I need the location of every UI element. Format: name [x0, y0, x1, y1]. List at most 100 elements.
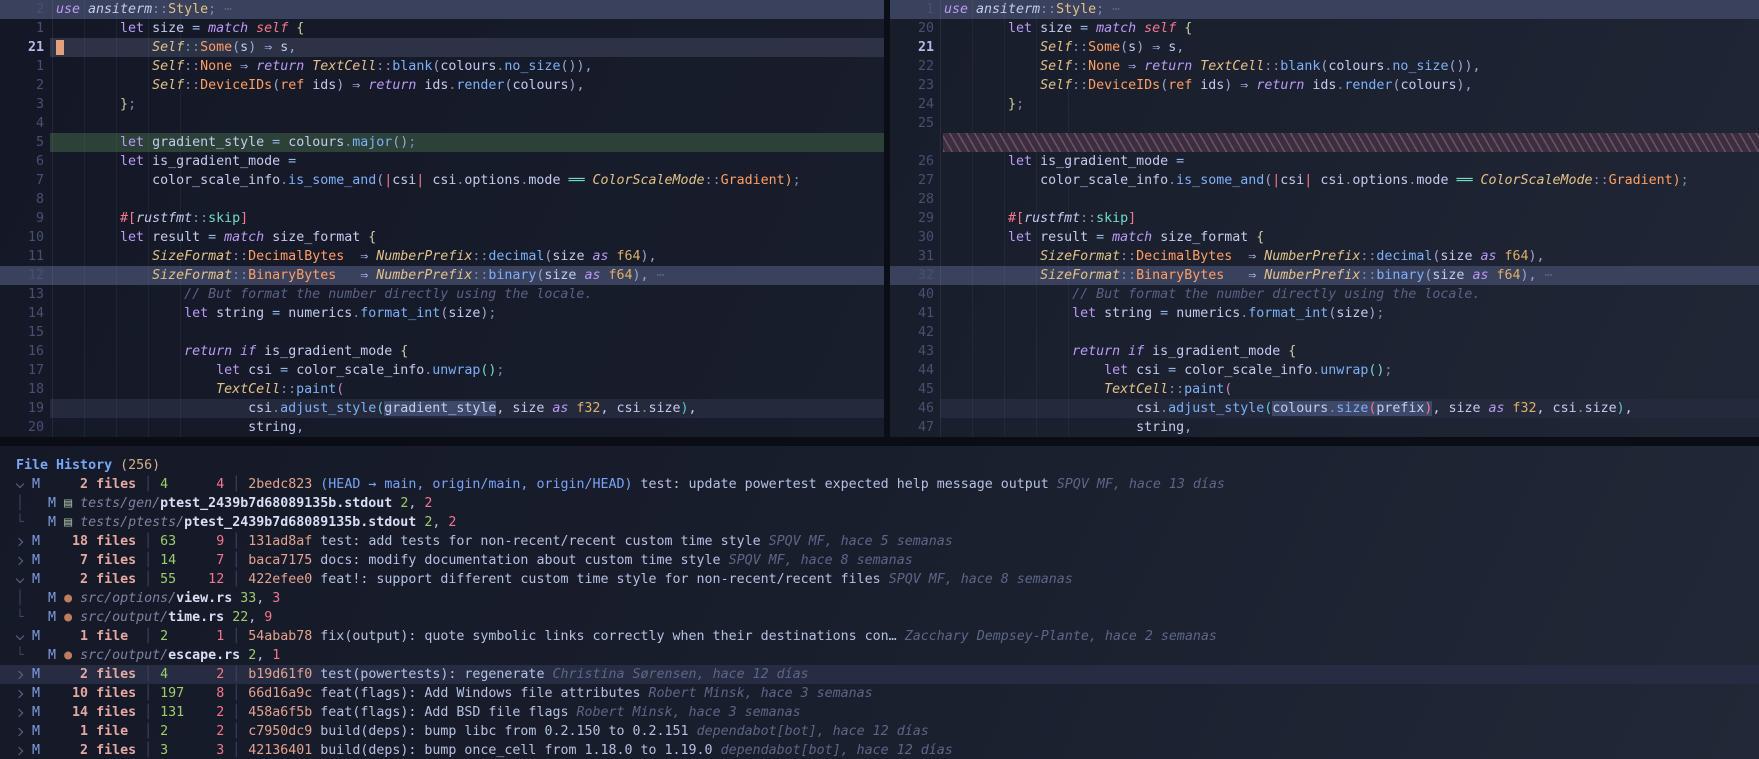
line-number: 1 — [0, 19, 44, 38]
code-line[interactable]: 9 #[rustfmt::skip] — [0, 209, 884, 228]
line-number: 23 — [890, 76, 934, 95]
code-line[interactable]: 30 let result = match size_format { — [890, 228, 1759, 247]
code-text: let is_gradient_mode = — [56, 152, 296, 171]
code-line[interactable]: 24 }; — [890, 95, 1759, 114]
code-line[interactable]: 16 return if is_gradient_mode { — [0, 342, 884, 361]
chevron-right-icon[interactable] — [16, 703, 24, 722]
code-line[interactable]: 21 Self::Some(s) ⇒ s, — [0, 38, 884, 57]
line-number: 4 — [0, 114, 44, 133]
code-text: Self::Some(s) ⇒ s, — [56, 38, 296, 57]
code-line[interactable]: 43 return if is_gradient_mode { — [890, 342, 1759, 361]
code-line[interactable]: 42 — [890, 323, 1759, 342]
code-line[interactable]: 40 // But format the number directly usi… — [890, 285, 1759, 304]
changed-file-row[interactable]: │ M ● src/options/view.rs 33, 3 — [0, 589, 1759, 608]
chevron-down-icon[interactable] — [16, 570, 24, 589]
left-pane[interactable]: 2use ansiterm::Style; ⋯1 let size = matc… — [0, 0, 884, 437]
code-line[interactable]: 19 csi.adjust_style(gradient_style, size… — [0, 399, 884, 418]
code-line[interactable]: 47 string, — [890, 418, 1759, 437]
code-line[interactable]: 12 SizeFormat::BinaryBytes ⇒ NumberPrefi… — [0, 266, 884, 285]
line-number: 19 — [0, 399, 44, 418]
chevron-down-icon[interactable] — [16, 627, 24, 646]
line-number: 25 — [890, 114, 934, 133]
code-line[interactable]: 22 Self::None ⇒ return TextCell::blank(c… — [890, 57, 1759, 76]
chevron-down-icon[interactable] — [16, 475, 24, 494]
line-number: 44 — [890, 361, 934, 380]
code-line[interactable]: 8 — [0, 190, 884, 209]
line-number: 45 — [890, 380, 934, 399]
code-line[interactable]: 45 TextCell::paint( — [890, 380, 1759, 399]
code-line[interactable]: 6 let is_gradient_mode = — [0, 152, 884, 171]
commit-row[interactable]: M 2 files │ 4 2 │ b19d61f0 test(powertes… — [0, 665, 1759, 684]
commit-row[interactable]: M 10 files │ 197 8 │ 66d16a9c feat(flags… — [0, 684, 1759, 703]
line-number: 22 — [890, 57, 934, 76]
code-text: }; — [56, 95, 136, 114]
line-number: 16 — [0, 342, 44, 361]
code-line[interactable]: 29 #[rustfmt::skip] — [890, 209, 1759, 228]
code-line[interactable]: 17 let csi = color_scale_info.unwrap(); — [0, 361, 884, 380]
changed-file-row[interactable]: └ M ● src/output/escape.rs 2, 1 — [0, 646, 1759, 665]
code-line[interactable]: 32 SizeFormat::BinaryBytes ⇒ NumberPrefi… — [890, 266, 1759, 285]
code-line[interactable]: 28 — [890, 190, 1759, 209]
code-line[interactable]: 41 let string = numerics.format_int(size… — [890, 304, 1759, 323]
code-line[interactable]: 4 — [0, 114, 884, 133]
file-icon: ▤ — [64, 496, 80, 511]
commit-row[interactable]: M 1 file │ 2 1 │ 54abab78 fix(output): q… — [0, 627, 1759, 646]
code-line[interactable]: 26 let is_gradient_mode = — [890, 152, 1759, 171]
chevron-right-icon[interactable] — [16, 551, 24, 570]
code-line[interactable]: 23 Self::DeviceIDs(ref ids) ⇒ return ids… — [890, 76, 1759, 95]
code-line[interactable]: 21 Self::Some(s) ⇒ s, — [890, 38, 1759, 57]
line-number: 42 — [890, 323, 934, 342]
code-line[interactable]: 10 let result = match size_format { — [0, 228, 884, 247]
code-line[interactable]: 20 string, — [0, 418, 884, 437]
chevron-right-icon[interactable] — [16, 741, 24, 759]
code-line[interactable]: 3 }; — [0, 95, 884, 114]
commit-row[interactable]: M 2 files │ 4 4 │ 2bedc823 (HEAD → main,… — [0, 475, 1759, 494]
panel-title: File History — [16, 458, 112, 473]
file-history-panel: File History (256) M 2 files │ 4 4 │ 2be… — [0, 446, 1759, 759]
deleted-filler-line[interactable] — [890, 133, 1759, 152]
changed-file-row[interactable]: │ M ▤ tests/gen/ptest_2439b7d68089135b.s… — [0, 494, 1759, 513]
code-line[interactable]: 5 let gradient_style = colours.major(); — [0, 133, 884, 152]
code-text: let result = match size_format { — [944, 228, 1264, 247]
code-text: color_scale_info.is_some_and(|csi| csi.o… — [944, 171, 1689, 190]
line-number: 3 — [0, 95, 44, 114]
code-line[interactable]: 1 Self::None ⇒ return TextCell::blank(co… — [0, 57, 884, 76]
code-line[interactable]: 14 let string = numerics.format_int(size… — [0, 304, 884, 323]
code-line[interactable]: 46 csi.adjust_style(colours.size(prefix)… — [890, 399, 1759, 418]
code-line[interactable]: 25 — [890, 114, 1759, 133]
code-line[interactable]: 15 — [0, 323, 884, 342]
chevron-right-icon[interactable] — [16, 532, 24, 551]
line-number: 13 — [0, 285, 44, 304]
code-line[interactable]: 1 let size = match self { — [0, 19, 884, 38]
chevron-right-icon[interactable] — [16, 684, 24, 703]
code-text: return if is_gradient_mode { — [56, 342, 408, 361]
code-line[interactable]: 31 SizeFormat::DecimalBytes ⇒ NumberPref… — [890, 247, 1759, 266]
commit-row[interactable]: M 2 files │ 3 3 │ 42136401 build(deps): … — [0, 741, 1759, 759]
commit-row[interactable]: M 1 file │ 2 2 │ c7950dc9 build(deps): b… — [0, 722, 1759, 741]
chevron-right-icon[interactable] — [16, 722, 24, 741]
code-line[interactable]: 2 Self::DeviceIDs(ref ids) ⇒ return ids.… — [0, 76, 884, 95]
commit-row[interactable]: M 18 files │ 63 9 │ 131ad8af test: add t… — [0, 532, 1759, 551]
line-number: 6 — [0, 152, 44, 171]
code-text: let gradient_style = colours.major(); — [56, 133, 416, 152]
code-line[interactable]: 44 let csi = color_scale_info.unwrap(); — [890, 361, 1759, 380]
code-line[interactable]: 7 color_scale_info.is_some_and(|csi| csi… — [0, 171, 884, 190]
code-line[interactable]: 13 // But format the number directly usi… — [0, 285, 884, 304]
chevron-right-icon[interactable] — [16, 665, 24, 684]
commit-row[interactable]: M 2 files │ 55 12 │ 422efee0 feat!: supp… — [0, 570, 1759, 589]
commit-row[interactable]: M 14 files │ 131 2 │ 458a6f5b feat(flags… — [0, 703, 1759, 722]
changed-file-row[interactable]: └ M ▤ tests/ptests/ptest_2439b7d68089135… — [0, 513, 1759, 532]
right-pane[interactable]: 1use ansiterm::Style; ⋯20 let size = mat… — [890, 0, 1759, 437]
code-line[interactable]: 2use ansiterm::Style; ⋯ — [0, 0, 884, 19]
code-line[interactable]: 11 SizeFormat::DecimalBytes ⇒ NumberPref… — [0, 247, 884, 266]
commit-row[interactable]: M 7 files │ 14 7 │ baca7175 docs: modify… — [0, 551, 1759, 570]
line-number: 12 — [0, 266, 44, 285]
changed-file-row[interactable]: └ M ● src/output/time.rs 22, 9 — [0, 608, 1759, 627]
line-number: 7 — [0, 171, 44, 190]
code-line[interactable]: 27 color_scale_info.is_some_and(|csi| cs… — [890, 171, 1759, 190]
code-text: SizeFormat::DecimalBytes ⇒ NumberPrefix:… — [56, 247, 657, 266]
code-line[interactable]: 18 TextCell::paint( — [0, 380, 884, 399]
code-text: let csi = color_scale_info.unwrap(); — [56, 361, 504, 380]
code-line[interactable]: 1use ansiterm::Style; ⋯ — [890, 0, 1759, 19]
code-line[interactable]: 20 let size = match self { — [890, 19, 1759, 38]
